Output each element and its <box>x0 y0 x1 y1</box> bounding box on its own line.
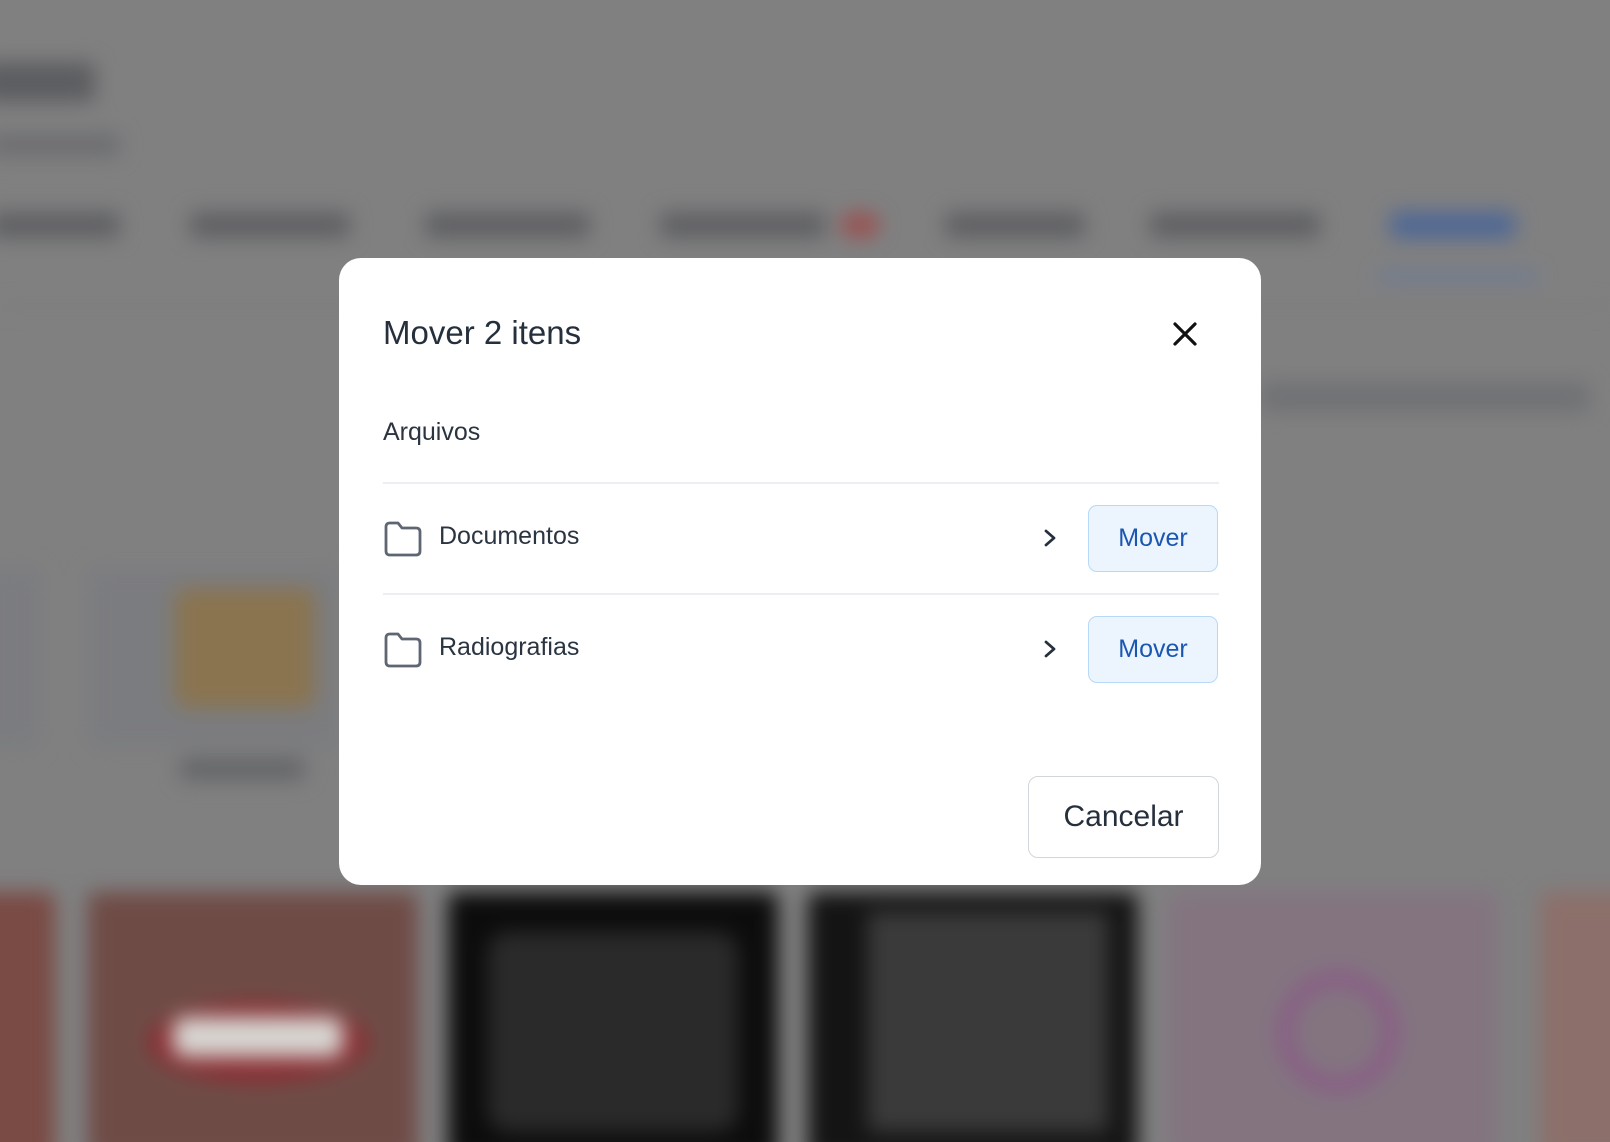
background-thumbnail <box>808 892 1138 1142</box>
dialog-title: Mover 2 itens <box>383 314 582 351</box>
background-tab <box>0 212 120 238</box>
background-card <box>0 568 40 748</box>
folder-list: Documentos Mover Radiografias Mover <box>383 482 1219 704</box>
chevron-right-icon[interactable] <box>1039 637 1061 661</box>
close-button[interactable] <box>1165 314 1205 354</box>
background-thumbnail <box>1168 892 1498 1142</box>
background-folder-label <box>180 758 305 780</box>
move-to-documentos-button[interactable]: Mover <box>1088 505 1218 572</box>
background-tab <box>1150 212 1320 238</box>
move-to-radiografias-button[interactable]: Mover <box>1088 616 1218 683</box>
folder-name: Documentos <box>439 522 580 550</box>
breadcrumb[interactable]: Arquivos <box>383 418 480 447</box>
background-tab-badge <box>840 212 880 238</box>
background-tab-underline <box>1378 274 1538 279</box>
move-dialog: Mover 2 itens Arquivos Documentos Mover … <box>339 258 1261 885</box>
background-tab <box>945 212 1085 238</box>
background-thumbnail <box>88 892 418 1142</box>
folder-icon <box>384 632 422 668</box>
cancel-button[interactable]: Cancelar <box>1028 776 1219 858</box>
background-thumbnail <box>1540 892 1610 1142</box>
background-tab <box>660 212 825 238</box>
close-icon <box>1173 322 1197 346</box>
folder-row-radiografias[interactable]: Radiografias Mover <box>383 593 1219 704</box>
background-thumbnail <box>448 892 778 1142</box>
background-tab <box>425 212 590 238</box>
background-search <box>1260 382 1590 412</box>
background-thumbnail <box>0 892 55 1142</box>
background-page-title <box>0 62 95 102</box>
background-page-subtitle <box>0 134 120 156</box>
chevron-right-icon[interactable] <box>1039 526 1061 550</box>
folder-row-documentos[interactable]: Documentos Mover <box>383 482 1219 593</box>
background-tab-active <box>1390 212 1515 238</box>
folder-icon <box>384 521 422 557</box>
background-folder-icon <box>175 588 315 708</box>
background-tab <box>190 212 350 238</box>
folder-name: Radiografias <box>439 633 580 661</box>
